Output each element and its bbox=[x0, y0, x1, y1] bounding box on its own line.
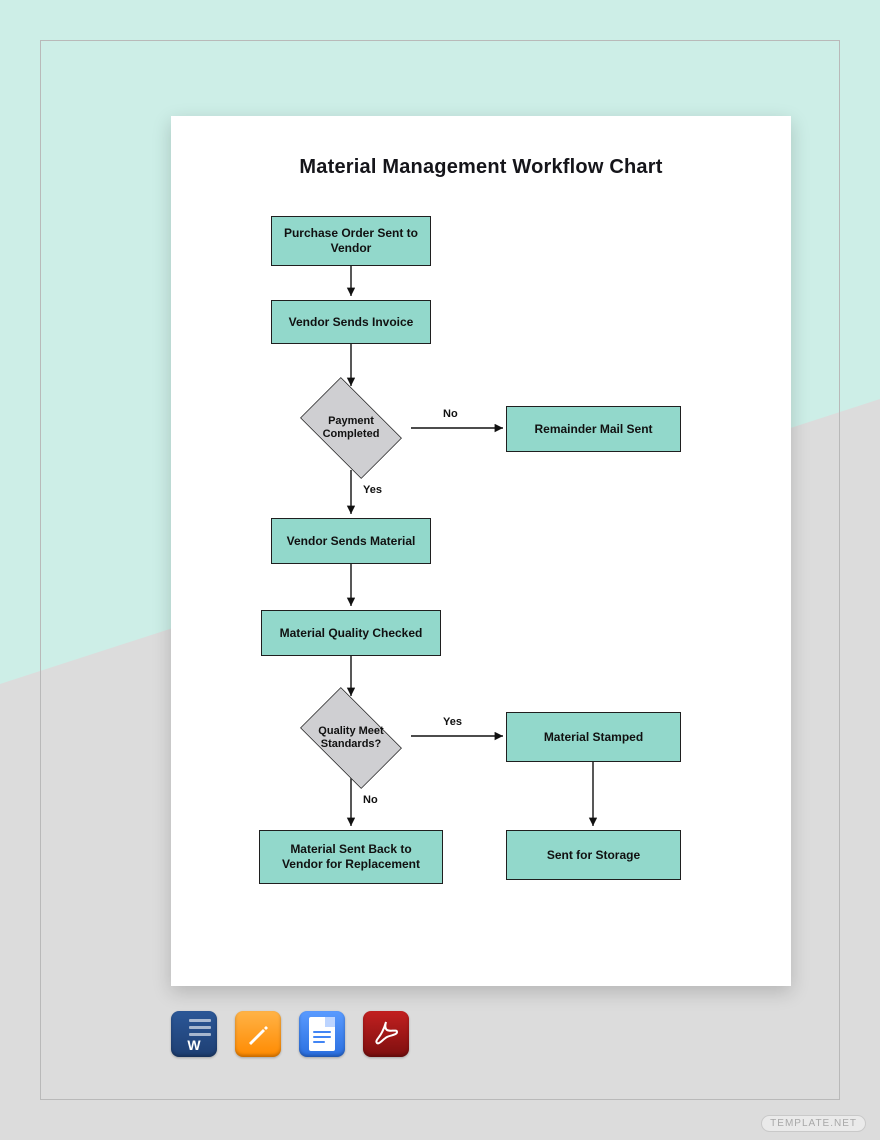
decision-quality-standards: Quality Meet Standards? bbox=[291, 698, 411, 778]
label-d1-no: No bbox=[443, 408, 458, 420]
label-d2-yes: Yes bbox=[443, 716, 462, 728]
google-docs-icon bbox=[299, 1011, 345, 1057]
pdf-icon bbox=[363, 1011, 409, 1057]
watermark: TEMPLATE.NET bbox=[761, 1115, 866, 1132]
node-purchase-order: Purchase Order Sent to Vendor bbox=[271, 216, 431, 266]
label-d1-yes: Yes bbox=[363, 484, 382, 496]
decision-payment-completed: Payment Completed bbox=[291, 388, 411, 468]
node-sent-storage: Sent for Storage bbox=[506, 830, 681, 880]
format-icons-row: W bbox=[171, 1011, 409, 1057]
label-d2-no: No bbox=[363, 794, 378, 806]
word-icon: W bbox=[171, 1011, 217, 1057]
node-material-stamped: Material Stamped bbox=[506, 712, 681, 762]
pages-icon bbox=[235, 1011, 281, 1057]
node-vendor-material: Vendor Sends Material bbox=[271, 518, 431, 564]
document-page: Material Management Workflow Chart Pur bbox=[171, 116, 791, 986]
node-sent-back: Material Sent Back to Vendor for Replace… bbox=[259, 830, 443, 884]
flowchart: Purchase Order Sent to Vendor Vendor Sen… bbox=[171, 196, 791, 976]
node-quality-checked: Material Quality Checked bbox=[261, 610, 441, 656]
node-remainder-mail: Remainder Mail Sent bbox=[506, 406, 681, 452]
page-title: Material Management Workflow Chart bbox=[171, 156, 791, 179]
outer-frame: Material Management Workflow Chart Pur bbox=[40, 40, 840, 1100]
node-vendor-invoice: Vendor Sends Invoice bbox=[271, 300, 431, 344]
